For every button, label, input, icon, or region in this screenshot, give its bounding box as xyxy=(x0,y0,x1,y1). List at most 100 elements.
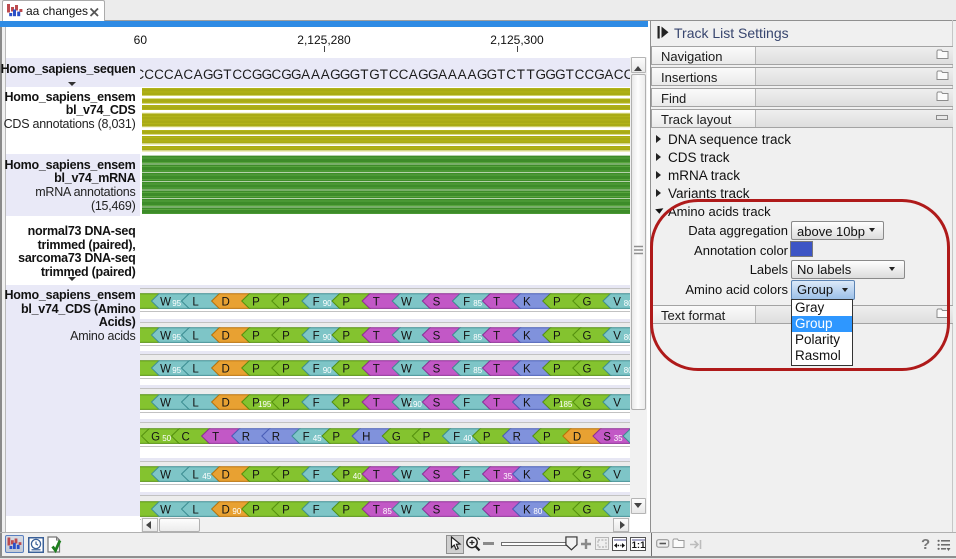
svg-text:P: P xyxy=(342,397,350,409)
svg-text:P: P xyxy=(252,331,260,343)
svg-text:V: V xyxy=(613,297,621,309)
svg-text:C: C xyxy=(181,431,189,443)
svg-text:85: 85 xyxy=(383,507,392,516)
svg-text:G: G xyxy=(583,504,592,516)
svg-text:P: P xyxy=(282,504,290,516)
svg-text:T: T xyxy=(373,363,380,375)
svg-text:45: 45 xyxy=(202,472,211,481)
svg-text:P: P xyxy=(282,397,290,409)
svg-text:T: T xyxy=(493,297,500,309)
svg-text:35: 35 xyxy=(503,472,512,481)
svg-text:P: P xyxy=(543,431,551,443)
svg-text:D: D xyxy=(222,470,230,482)
svg-text:D: D xyxy=(222,504,230,516)
svg-text:45: 45 xyxy=(313,434,322,443)
svg-text:F: F xyxy=(463,470,470,482)
svg-text:L: L xyxy=(192,504,199,516)
svg-text:P: P xyxy=(553,331,561,343)
svg-text:P: P xyxy=(332,431,340,443)
svg-text:T: T xyxy=(373,331,380,343)
svg-text:P: P xyxy=(553,470,561,482)
svg-text:V: V xyxy=(613,397,621,409)
svg-text:V: V xyxy=(613,363,621,375)
svg-text:K: K xyxy=(523,331,531,343)
svg-text:T: T xyxy=(373,504,380,516)
svg-text:W: W xyxy=(160,397,171,409)
svg-text:P: P xyxy=(282,470,290,482)
svg-text:G: G xyxy=(151,431,160,443)
svg-text:L: L xyxy=(192,331,199,343)
svg-text:D: D xyxy=(222,331,230,343)
svg-text:G: G xyxy=(583,470,592,482)
svg-text:85: 85 xyxy=(473,299,482,308)
svg-text:S: S xyxy=(433,504,441,516)
svg-text:F: F xyxy=(453,431,460,443)
svg-text:W: W xyxy=(401,363,412,375)
svg-text:P: P xyxy=(282,297,290,309)
svg-text:F: F xyxy=(303,431,310,443)
svg-text:G: G xyxy=(583,397,592,409)
svg-text:W: W xyxy=(160,363,171,375)
svg-text:F: F xyxy=(463,397,470,409)
svg-text:F: F xyxy=(463,331,470,343)
svg-text:V: V xyxy=(613,331,621,343)
svg-text:V: V xyxy=(613,470,621,482)
svg-text:P: P xyxy=(483,431,491,443)
svg-text:T: T xyxy=(373,397,380,409)
svg-text:W: W xyxy=(401,297,412,309)
svg-text:90: 90 xyxy=(323,299,332,308)
svg-text:S: S xyxy=(603,431,611,443)
svg-text:85: 85 xyxy=(473,333,482,342)
svg-text:L: L xyxy=(192,363,199,375)
svg-text:W: W xyxy=(160,331,171,343)
svg-text:95: 95 xyxy=(172,366,181,375)
svg-text:F: F xyxy=(313,397,320,409)
svg-text:T: T xyxy=(493,331,500,343)
svg-text:P: P xyxy=(342,470,350,482)
svg-text:F: F xyxy=(463,363,470,375)
svg-text:G: G xyxy=(583,363,592,375)
svg-text:D: D xyxy=(573,431,581,443)
svg-text:35: 35 xyxy=(614,434,623,443)
svg-text:K: K xyxy=(523,470,531,482)
svg-text:K: K xyxy=(523,397,531,409)
svg-text:K: K xyxy=(523,504,531,516)
svg-text:90: 90 xyxy=(323,333,332,342)
svg-text:T: T xyxy=(373,470,380,482)
svg-text:P: P xyxy=(282,363,290,375)
svg-text:P: P xyxy=(342,363,350,375)
svg-text:F: F xyxy=(313,363,320,375)
svg-text:L: L xyxy=(192,397,199,409)
svg-text:90: 90 xyxy=(323,366,332,375)
svg-text:F: F xyxy=(463,504,470,516)
svg-text:T: T xyxy=(493,504,500,516)
svg-text:W: W xyxy=(160,504,171,516)
svg-text:H: H xyxy=(362,431,370,443)
svg-text:F: F xyxy=(313,504,320,516)
svg-text:40: 40 xyxy=(463,434,472,443)
svg-text:D: D xyxy=(222,363,230,375)
svg-text:S: S xyxy=(433,470,441,482)
svg-text:P: P xyxy=(282,331,290,343)
svg-text:P: P xyxy=(553,363,561,375)
svg-text:S: S xyxy=(433,397,441,409)
svg-text:P: P xyxy=(252,363,260,375)
svg-text:F: F xyxy=(463,297,470,309)
svg-text:195: 195 xyxy=(258,400,272,409)
svg-text:W: W xyxy=(401,504,412,516)
svg-text:P: P xyxy=(553,504,561,516)
svg-text:W: W xyxy=(160,470,171,482)
svg-text:D: D xyxy=(222,397,230,409)
svg-text:P: P xyxy=(252,297,260,309)
svg-text:95: 95 xyxy=(172,299,181,308)
svg-text:85: 85 xyxy=(473,366,482,375)
svg-text:G: G xyxy=(392,431,401,443)
svg-text:L: L xyxy=(192,297,199,309)
svg-text:P: P xyxy=(252,504,260,516)
svg-text:190: 190 xyxy=(409,400,423,409)
svg-text:R: R xyxy=(513,431,521,443)
svg-text:T: T xyxy=(212,431,219,443)
svg-text:W: W xyxy=(401,470,412,482)
svg-text:T: T xyxy=(493,397,500,409)
svg-text:90: 90 xyxy=(232,507,241,516)
